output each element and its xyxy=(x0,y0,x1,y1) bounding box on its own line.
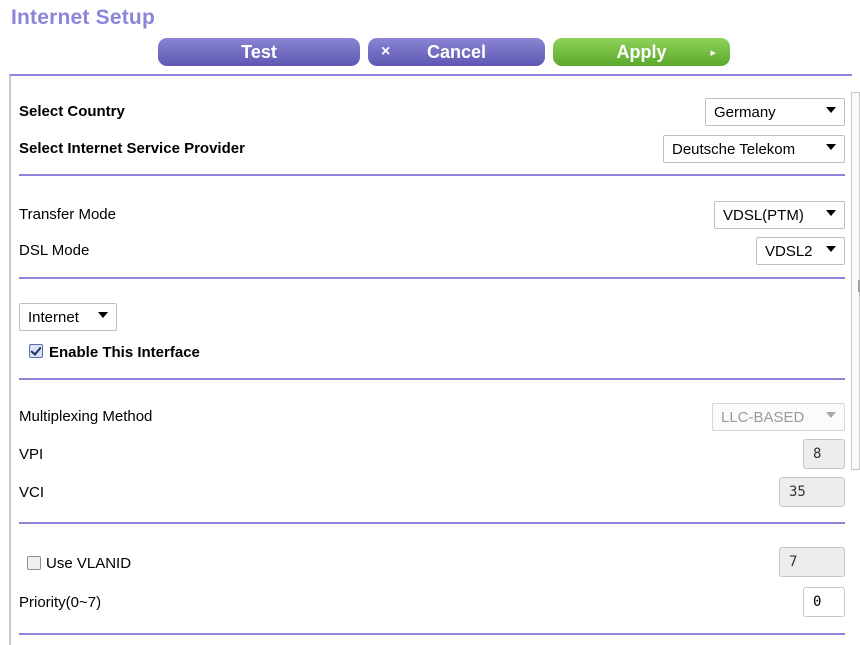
vci-label: VCI xyxy=(19,484,45,501)
multiplexing-method-label: Multiplexing Method xyxy=(19,408,153,425)
dsl-mode-select[interactable]: VDSL2 xyxy=(756,237,845,265)
close-icon: × xyxy=(381,43,391,60)
section-divider xyxy=(19,378,845,380)
enable-interface-checkbox[interactable] xyxy=(29,344,43,358)
priority-label: Priority(0~7) xyxy=(19,594,102,611)
page-title: Internet Setup xyxy=(11,6,155,29)
country-select[interactable]: Germany xyxy=(705,98,845,126)
select-isp-label: Select Internet Service Provider xyxy=(19,140,245,157)
priority-input[interactable]: 0 xyxy=(803,587,845,617)
isp-select-value: Deutsche Telekom xyxy=(672,140,796,158)
vci-input[interactable]: 35 xyxy=(779,477,845,507)
dsl-mode-value: VDSL2 xyxy=(765,242,813,260)
chevron-down-icon xyxy=(98,312,108,318)
use-vlanid-label: Use VLANID xyxy=(46,555,132,572)
transfer-mode-value: VDSL(PTM) xyxy=(723,206,804,224)
test-button[interactable]: Test xyxy=(158,38,360,66)
cancel-button[interactable]: × Cancel xyxy=(368,38,545,66)
use-vlanid-checkbox[interactable] xyxy=(27,556,41,570)
select-country-label: Select Country xyxy=(19,103,125,120)
transfer-mode-select[interactable]: VDSL(PTM) xyxy=(714,201,845,229)
multiplexing-method-select[interactable]: LLC-BASED xyxy=(712,403,845,431)
chevron-down-icon xyxy=(826,107,836,113)
multiplexing-method-value: LLC-BASED xyxy=(721,408,805,426)
section-divider xyxy=(19,522,845,524)
enable-interface-label: Enable This Interface xyxy=(49,344,200,361)
section-divider xyxy=(19,277,845,279)
dsl-mode-label: DSL Mode xyxy=(19,242,90,259)
interface-select[interactable]: Internet xyxy=(19,303,117,331)
apply-button-label: Apply xyxy=(616,41,667,62)
isp-select[interactable]: Deutsche Telekom xyxy=(663,135,845,163)
vlanid-input[interactable]: 7 xyxy=(779,547,845,577)
test-button-label: Test xyxy=(241,41,277,62)
section-divider xyxy=(19,174,845,176)
cancel-button-label: Cancel xyxy=(426,41,487,62)
vpi-label: VPI xyxy=(19,446,44,463)
apply-button[interactable]: Apply ▸ xyxy=(553,38,730,66)
interface-select-value: Internet xyxy=(28,308,79,326)
chevron-down-icon xyxy=(826,210,836,216)
chevron-down-icon xyxy=(826,412,836,418)
section-divider xyxy=(19,633,845,635)
arrow-right-icon: ▸ xyxy=(710,46,716,59)
chevron-down-icon xyxy=(826,246,836,252)
transfer-mode-label: Transfer Mode xyxy=(19,206,116,223)
vpi-input[interactable]: 8 xyxy=(803,439,845,469)
chevron-down-icon xyxy=(826,144,836,150)
country-select-value: Germany xyxy=(714,103,776,121)
